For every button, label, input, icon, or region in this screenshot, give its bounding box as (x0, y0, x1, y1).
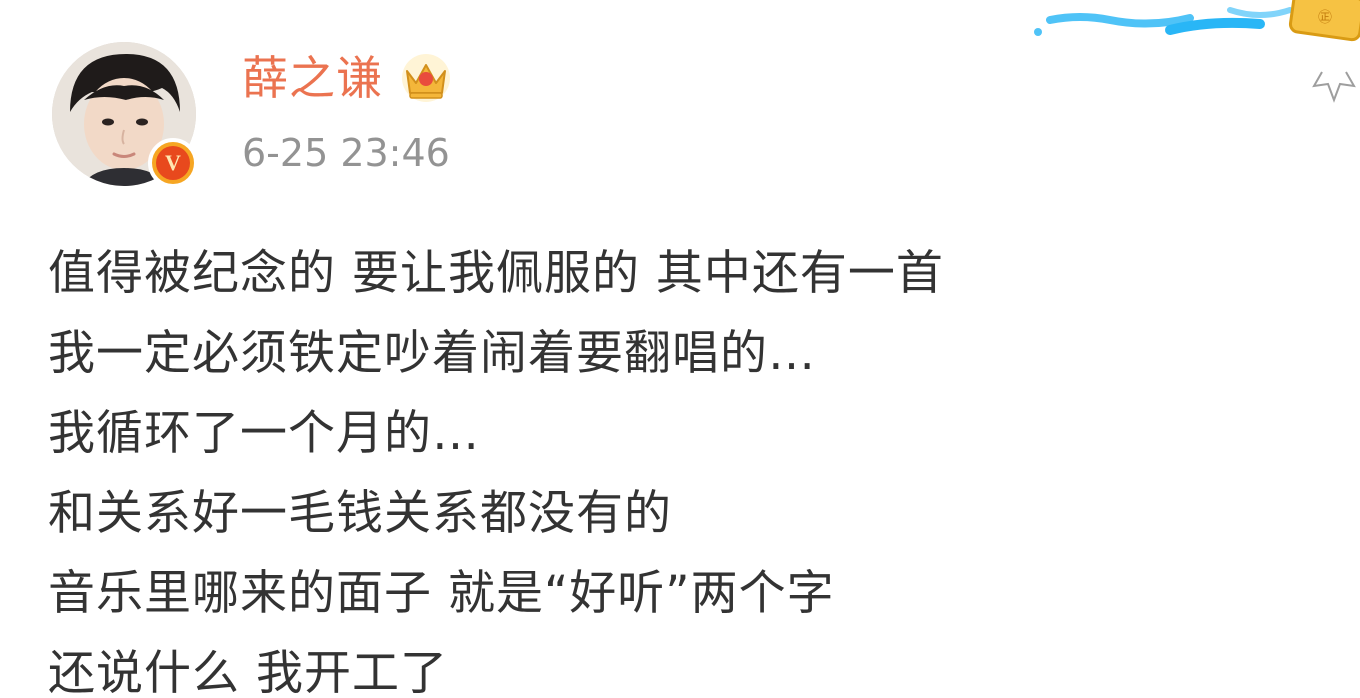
verified-badge-icon: V (148, 138, 198, 188)
post-timestamp[interactable]: 6-25 23:46 (242, 134, 450, 172)
weibo-post-card: ㊣ V 薛之谦 6-25 23:46 值得被纪念的 要让我佩服的 其中还有一首 … (0, 0, 1360, 698)
crown-icon[interactable] (399, 53, 453, 103)
avatar[interactable]: V (52, 42, 198, 188)
post-text-line: 我一定必须铁定吵着闹着要翻唱的… (48, 326, 816, 381)
svg-text:㊣: ㊣ (1318, 10, 1332, 26)
username[interactable]: 薛之谦 (242, 55, 383, 101)
post-text-line: 和关系好一毛钱关系都没有的 (48, 486, 672, 541)
post-content: 值得被纪念的 要让我佩服的 其中还有一首 我一定必须铁定吵着闹着要翻唱的… 我循… (48, 234, 1308, 698)
post-text-line: 值得被纪念的 要让我佩服的 其中还有一首 (48, 246, 944, 301)
author-header: 薛之谦 (242, 46, 453, 110)
post-text-line: 还说什么 我开工了 (48, 646, 448, 698)
post-text-line: 我循环了一个月的… (48, 406, 480, 461)
card-skin-decoration: ㊣ (1034, 0, 1360, 103)
post-text-line: 音乐里哪来的面子 就是“好听”两个字 (48, 566, 835, 621)
